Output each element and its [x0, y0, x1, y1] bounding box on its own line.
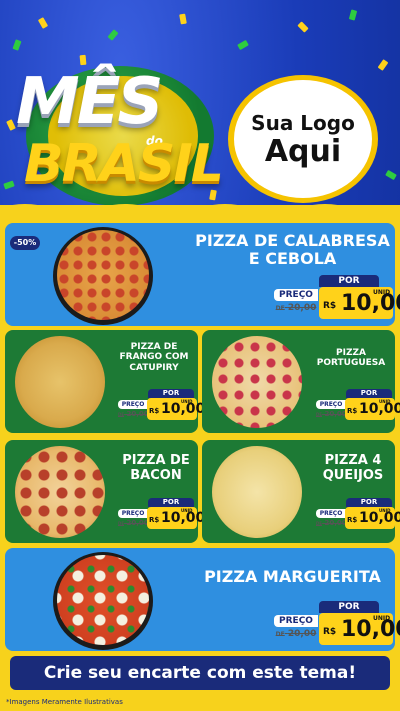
logo-placeholder[interactable]: Sua Logo Aqui [234, 80, 372, 198]
price-preco-label: PREÇO [274, 289, 318, 301]
unit-label: UNID [373, 615, 391, 622]
old-price-prefix: DE [275, 631, 285, 638]
old-price-value: 20,00 [324, 410, 347, 418]
pizza-image-marguerita [57, 555, 149, 645]
currency-symbol: R$ [347, 516, 358, 524]
pizza-image-portuguesa [212, 336, 302, 428]
disclaimer-text: *Imagens Meramente Ilustrativas [6, 698, 123, 706]
price-por-label: POR [148, 389, 194, 398]
unit-label: UNID [379, 508, 391, 513]
flyer-page: MÊS do BRASIL Sua Logo Aqui PIZZA DE CAL… [0, 0, 400, 711]
price-box: R$ 10,00 UNID [345, 398, 400, 420]
product-name: PIZZA DE CALABRESA E CEBOLA [195, 231, 390, 269]
old-price-value: 20,00 [126, 519, 149, 527]
old-price-prefix: DE [118, 412, 125, 417]
old-price: DE 20,00 [118, 519, 149, 527]
unit-label: UNID [373, 289, 391, 296]
price-por-label: POR [346, 498, 392, 507]
currency-symbol: R$ [149, 407, 160, 415]
price-value: 10,00 [341, 617, 400, 642]
price-tag: POR PREÇO DE 20,00 R$ 10,00 UNID [274, 601, 400, 645]
pizza-image-frango [15, 336, 105, 428]
old-price-value: 20,00 [287, 629, 317, 639]
price-box: R$ 10,00 UNID [147, 398, 205, 420]
price-por-label: POR [346, 389, 392, 398]
logo-text-line1: Sua Logo [251, 110, 355, 135]
price-preco-label: PREÇO [118, 509, 148, 518]
price-por-label: POR [319, 601, 379, 613]
price-box: R$ 10,00 UNID [319, 287, 400, 319]
old-price-value: 20,00 [324, 519, 347, 527]
price-preco-label: PREÇO [118, 400, 148, 409]
currency-symbol: R$ [323, 627, 337, 637]
footer-cta-banner[interactable]: Crie seu encarte com este tema! [10, 656, 390, 690]
discount-badge: -50% [10, 236, 40, 250]
price-tag: POR PREÇO DE 20,00 R$ 10,00 UNID [118, 389, 205, 421]
old-price-prefix: DE [118, 521, 125, 526]
old-price: DE 20,00 [316, 410, 347, 418]
old-price-prefix: DE [275, 305, 285, 312]
price-box: R$ 10,00 UNID [345, 507, 400, 529]
unit-label: UNID [181, 508, 193, 513]
product-name: PIZZA DE BACON [122, 453, 190, 483]
price-box: R$ 10,00 UNID [319, 613, 400, 645]
unit-label: UNID [181, 399, 193, 404]
product-name: PIZZA 4 QUEIJOS [322, 453, 384, 483]
old-price: DE 20,00 [274, 629, 318, 639]
price-preco-label: PREÇO [316, 509, 346, 518]
product-name: PIZZA MARGUERITA [204, 567, 381, 586]
product-name: PIZZA PORTUGUESA [316, 348, 386, 369]
unit-label: UNID [379, 399, 391, 404]
currency-symbol: R$ [323, 301, 337, 311]
price-por-label: POR [319, 275, 379, 287]
price-preco-label: PREÇO [316, 400, 346, 409]
old-price-value: 20,00 [287, 303, 317, 313]
price-tag: POR PREÇO DE 20,00 R$ 10,00 UNID [274, 275, 400, 319]
price-tag: POR PREÇO DE 20,00 R$ 10,00 UNID [316, 389, 400, 421]
old-price: DE 20,00 [316, 519, 347, 527]
old-price: DE 20,00 [118, 410, 149, 418]
price-tag: POR PREÇO DE 20,00 R$ 10,00 UNID [316, 498, 400, 530]
price-por-label: POR [148, 498, 194, 507]
product-name: PIZZA DE FRANGO COM CATUPIRY [119, 342, 189, 373]
old-price-prefix: DE [316, 412, 323, 417]
price-preco-label: PREÇO [274, 615, 318, 627]
old-price-prefix: DE [316, 521, 323, 526]
price-value: 10,00 [341, 291, 400, 316]
pizza-image-bacon [15, 446, 105, 538]
title-brasil: BRASIL [24, 134, 224, 194]
header: MÊS do BRASIL Sua Logo Aqui [0, 0, 400, 215]
title-mes: MÊS [16, 65, 163, 139]
wave-divider [0, 204, 400, 216]
old-price-value: 20,00 [126, 410, 149, 418]
price-box: R$ 10,00 UNID [147, 507, 205, 529]
old-price: DE 20,00 [274, 303, 318, 313]
price-tag: POR PREÇO DE 20,00 R$ 10,00 UNID [118, 498, 205, 530]
logo-text-line2: Aqui [264, 133, 342, 169]
pizza-image-calabresa [57, 230, 149, 320]
currency-symbol: R$ [347, 407, 358, 415]
currency-symbol: R$ [149, 516, 160, 524]
pizza-image-4-queijos [212, 446, 302, 538]
